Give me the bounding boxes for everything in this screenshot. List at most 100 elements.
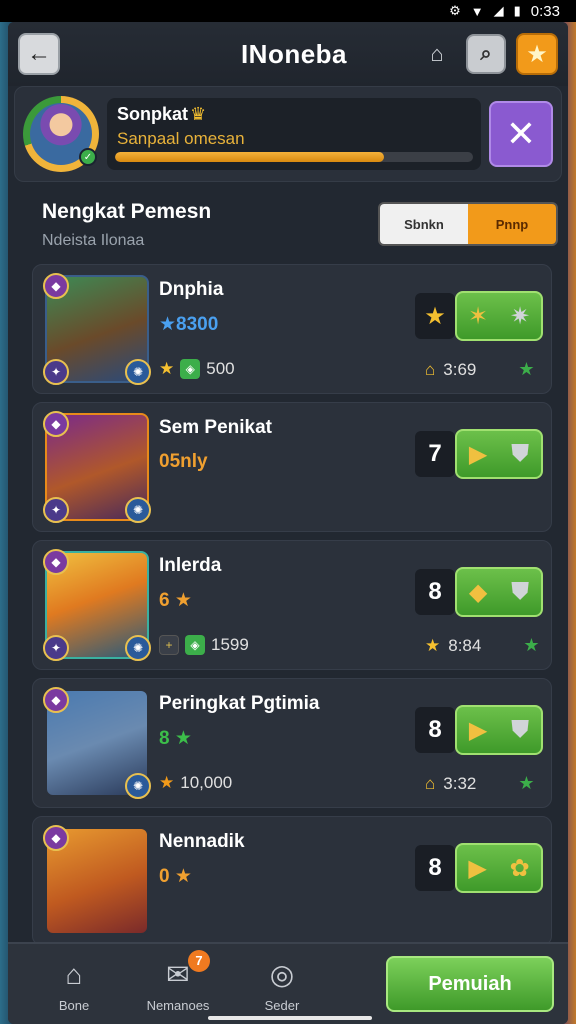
skill-badge-icon: ✦ bbox=[43, 497, 69, 523]
class-badge-icon: ◆ bbox=[43, 411, 69, 437]
hero-name: Inlerda bbox=[159, 555, 222, 576]
favorite-button[interactable]: ★ bbox=[515, 33, 558, 75]
class-badge-icon: ◆ bbox=[43, 687, 69, 713]
wifi-icon: ▼ bbox=[470, 3, 484, 19]
online-badge-icon: ✓ bbox=[79, 148, 97, 166]
plus-icon: + bbox=[159, 635, 179, 655]
star-icon: ★ bbox=[425, 635, 441, 655]
star-icon: ★ bbox=[424, 302, 446, 330]
star-icon: ★ bbox=[159, 773, 175, 792]
element-badge-icon: ✺ bbox=[125, 635, 151, 661]
hero-score: 8 ★ bbox=[159, 728, 192, 749]
hero-stat-value: 500 bbox=[206, 359, 235, 378]
shop-icon: ⌂ bbox=[430, 41, 444, 66]
arrow-left-icon: ← bbox=[27, 40, 51, 67]
profile-name: Sonpkat bbox=[117, 104, 189, 124]
hero-score: 0 ★ bbox=[159, 866, 192, 887]
section-title: Nengkat Pemesn bbox=[42, 200, 212, 223]
page-title: INoneba bbox=[240, 38, 348, 69]
nav-messages[interactable]: ✉ 7 Nemanoes bbox=[126, 949, 230, 1013]
timer-value: 8:84 bbox=[448, 635, 482, 655]
notification-badge: 7 bbox=[188, 949, 210, 972]
shield-icon: ✷ bbox=[509, 302, 531, 330]
rank-badge: 8 bbox=[415, 569, 455, 615]
hero-name: Peringkat Pgtimia bbox=[159, 693, 320, 714]
view-toggle: Sbnkn Pnnp bbox=[378, 202, 558, 246]
play-icon: ▶ bbox=[468, 854, 487, 882]
list-item[interactable]: ◆ ✦ ✺ Dnphia ★8300 ★ ◈ 500 ★ ✶ ✷ ⌂ 3:69 … bbox=[32, 264, 552, 394]
hero-stat-value: 1599 bbox=[211, 635, 249, 654]
lock-icon: ⌂ bbox=[425, 359, 436, 379]
green-star-icon: ★ bbox=[518, 773, 535, 793]
play-button[interactable]: ▶ ✿ bbox=[455, 843, 543, 893]
hero-score: 6 ★ bbox=[159, 590, 192, 611]
element-badge-icon: ✺ bbox=[125, 497, 151, 523]
timer-value: 3:69 bbox=[443, 359, 477, 379]
skill-badge-icon: ✦ bbox=[43, 359, 69, 385]
search-icon: ⌕ bbox=[480, 42, 492, 65]
hero-timer: ⌂ 3:32 ★ bbox=[425, 773, 535, 794]
profile-info: Sonpkat ♛ Sanpaal omesan bbox=[107, 98, 481, 170]
signal-icon: ◢ bbox=[493, 3, 504, 18]
hero-portrait: ◆ ✦ ✺ bbox=[43, 273, 151, 385]
hero-name: Sem Penikat bbox=[159, 417, 272, 438]
hero-stats: ★ 10,000 bbox=[159, 773, 232, 793]
hero-stats: ★ ◈ 500 bbox=[159, 359, 235, 379]
sword-icon: ✶ bbox=[467, 302, 489, 330]
profile-panel: ✓ Sonpkat ♛ Sanpaal omesan ✕ bbox=[14, 86, 562, 182]
hero-score: ★8300 bbox=[159, 314, 219, 335]
hero-timer: ★ 8:84 ★ bbox=[425, 635, 539, 656]
hero-portrait: ◆ bbox=[43, 825, 149, 935]
rank-badge: 8 bbox=[415, 707, 455, 753]
upgrade-button[interactable]: ◆ ⛊ bbox=[455, 567, 543, 617]
play-icon: ▶ bbox=[468, 716, 488, 744]
green-star-icon: ★ bbox=[523, 635, 540, 655]
play-button[interactable]: ▶ ⛊ bbox=[455, 705, 543, 755]
hero-portrait: ◆ ✺ bbox=[43, 687, 151, 799]
hero-name: Nennadik bbox=[159, 831, 245, 852]
hero-stats: + ◈ 1599 bbox=[159, 635, 249, 655]
back-button[interactable]: ← bbox=[18, 33, 60, 75]
list-item[interactable]: ◆ ✦ ✺ Sem Penikat 05nly 7 ▶ ⛊ bbox=[32, 402, 552, 532]
star-icon: ★ bbox=[159, 359, 175, 378]
rank-badge: ★ bbox=[415, 293, 455, 339]
play-button[interactable]: ▶ ⛊ bbox=[455, 429, 543, 479]
shield-icon: ⛊ bbox=[511, 578, 530, 605]
element-badge-icon: ✺ bbox=[125, 773, 151, 799]
nav-home[interactable]: ⌂ Bone bbox=[22, 956, 126, 1013]
shop-button[interactable]: ⌂ bbox=[418, 35, 456, 73]
toggle-right[interactable]: Pnnp bbox=[468, 204, 556, 244]
list-item[interactable]: ◆ Nennadik 0 ★ 8 ▶ ✿ bbox=[32, 816, 552, 946]
home-icon: ⌂ bbox=[65, 958, 83, 990]
list-item[interactable]: ◆ ✺ Peringkat Pgtimia 8 ★ ★ 10,000 8 ▶ ⛊… bbox=[32, 678, 552, 808]
status-bar: ⚙ ▼ ◢ ▮ 0:33 bbox=[0, 0, 576, 22]
crown-icon: ♛ bbox=[190, 104, 207, 124]
shield-icon: ⛊ bbox=[511, 716, 530, 743]
avatar[interactable]: ✓ bbox=[23, 96, 99, 172]
battery-icon: ▮ bbox=[513, 3, 521, 18]
shield-icon: ⛊ bbox=[511, 440, 530, 467]
nav-label: Nemanoes bbox=[146, 997, 210, 1013]
xp-progress-fill bbox=[115, 152, 384, 162]
status-time: 0:33 bbox=[530, 2, 560, 20]
hero-portrait: ◆ ✦ ✺ bbox=[43, 549, 151, 661]
gem-icon: ◈ bbox=[180, 359, 201, 379]
chest-icon: ✿ bbox=[509, 854, 530, 882]
home-indicator bbox=[208, 1016, 372, 1020]
close-button[interactable]: ✕ bbox=[489, 101, 553, 167]
nav-target[interactable]: ◎ Seder bbox=[230, 956, 334, 1013]
rank-badge: 7 bbox=[415, 431, 455, 477]
profile-subtitle: Sanpaal omesan bbox=[117, 129, 245, 148]
header-actions: ⌂ ⌕ ★ bbox=[418, 33, 558, 75]
bottom-nav: ⌂ Bone ✉ 7 Nemanoes ◎ Seder Pemuiah bbox=[8, 942, 568, 1024]
primary-action-button[interactable]: Pemuiah bbox=[386, 956, 554, 1012]
toggle-left[interactable]: Sbnkn bbox=[380, 204, 468, 244]
search-button[interactable]: ⌕ bbox=[465, 34, 506, 74]
class-badge-icon: ◆ bbox=[43, 549, 69, 575]
list-item[interactable]: ◆ ✦ ✺ Inlerda 6 ★ + ◈ 1599 8 ◆ ⛊ ★ 8:84 … bbox=[32, 540, 552, 670]
hero-name: Dnphia bbox=[159, 279, 224, 300]
reward-button[interactable]: ✶ ✷ bbox=[455, 291, 543, 341]
xp-progress-bar bbox=[115, 152, 473, 162]
close-icon: ✕ bbox=[505, 113, 537, 154]
ranking-list: ◆ ✦ ✺ Dnphia ★8300 ★ ◈ 500 ★ ✶ ✷ ⌂ 3:69 … bbox=[8, 264, 568, 946]
